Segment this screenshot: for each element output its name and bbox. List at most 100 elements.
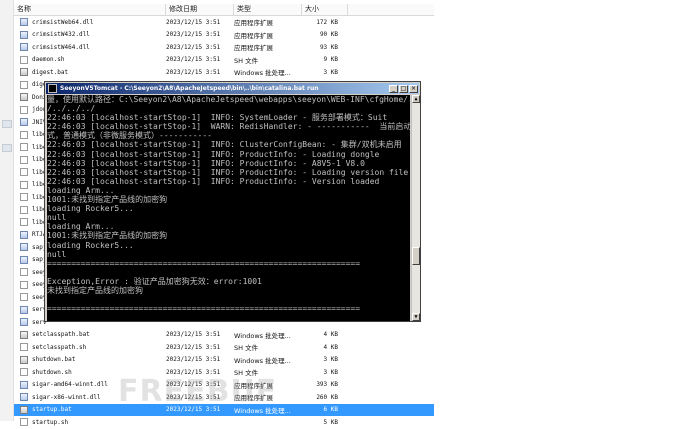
console-output[interactable]: 量，使用默认路径：C:\Seeyon2\A8\ApacheJetspeed\we… — [47, 95, 410, 321]
console-line: 未找到指定产品线的加密狗 — [47, 285, 143, 295]
file-name: setclasspath.sh — [32, 343, 87, 351]
file-size: 90 KB — [319, 31, 338, 39]
file-sh-icon — [20, 418, 28, 427]
file-date: 2023/12/15 3:51 — [166, 356, 221, 364]
file-sh-icon — [20, 155, 28, 164]
file-row[interactable]: daemon.sh 2023/12/15 3:51 SH 文件 9 KB — [14, 54, 434, 67]
file-size: 3 KB — [323, 68, 338, 76]
file-name: crimsistW432.dll — [32, 31, 90, 39]
console-window[interactable]: SeeyonV5Tomcat - C:\Seeyon2\A8\ApacheJet… — [44, 81, 421, 322]
scroll-down-arrow-icon[interactable]: ▼ — [412, 313, 420, 321]
file-sh-icon — [20, 55, 28, 64]
file-size: 4 KB — [323, 343, 338, 351]
file-date: 2023/12/15 3:51 — [166, 31, 221, 39]
nav-marker — [2, 144, 12, 152]
file-row[interactable]: crimsistWeb64.dll 2023/12/15 3:51 应用程序扩展 17… — [14, 16, 434, 29]
file-row[interactable]: setclasspath.sh 2023/12/15 3:51 SH 文件 4 KB — [14, 341, 434, 354]
file-bat-icon — [20, 355, 28, 364]
console-line: 22:46:03 [localhost-startStop-1] INFO: P… — [47, 149, 380, 159]
file-row[interactable]: crimsistW432.dll 2023/12/15 3:51 应用程序扩展 90 … — [14, 29, 434, 42]
file-size: 3 KB — [323, 356, 338, 364]
file-sh-icon — [20, 143, 28, 152]
file-name: crimsistW464.dll — [32, 43, 90, 51]
column-header-date[interactable]: 修改日期 — [166, 4, 234, 15]
file-sh-icon — [20, 105, 28, 114]
file-sh-icon — [20, 168, 28, 177]
file-date: 2023/12/15 3:51 — [166, 343, 221, 351]
minimize-button[interactable]: _ — [389, 84, 398, 93]
console-line: loading Rocker5... — [47, 240, 134, 250]
file-size: 93 KB — [319, 43, 338, 51]
console-line: ========================================… — [47, 304, 361, 314]
file-date: 2023/12/15 3:51 — [166, 43, 221, 51]
file-name: startup.sh — [32, 418, 69, 426]
file-size: 260 KB — [316, 393, 338, 401]
console-titlebar[interactable]: SeeyonV5Tomcat - C:\Seeyon2\A8\ApacheJet… — [46, 83, 419, 94]
console-line: 22:46:03 [localhost-startStop-1] INFO: P… — [47, 176, 380, 186]
column-header-size[interactable]: 大小 — [302, 4, 348, 15]
file-sh-icon — [20, 280, 28, 289]
nav-marker — [2, 120, 12, 128]
file-size: 6 KB — [323, 406, 338, 414]
file-row[interactable]: crimsistW464.dll 2023/12/15 3:51 应用程序扩展 93 … — [14, 41, 434, 54]
file-sh-icon — [20, 180, 28, 189]
console-line: 1001:未找到指定产品线的加密狗 — [47, 195, 168, 205]
console-app-icon[interactable] — [48, 84, 57, 93]
column-header-name[interactable]: 名称 — [14, 4, 166, 15]
file-sh-icon — [20, 193, 28, 202]
file-date: 2023/12/15 3:51 — [166, 68, 221, 76]
file-type: SH 文件 — [234, 56, 259, 65]
file-sh-icon — [20, 80, 28, 89]
file-bat-icon — [20, 68, 28, 77]
file-type: 应用程序扩展 — [234, 19, 273, 28]
file-row[interactable]: setclasspath.bat 2023/12/15 3:51 Windows 批… — [14, 329, 434, 342]
console-line: 量，使用默认路径：C:\Seeyon2\A8\ApacheJetspeed\we… — [47, 95, 410, 104]
close-button[interactable]: × — [409, 84, 418, 93]
console-line: 22:46:03 [localhost-startStop-1] INFO: P… — [47, 167, 409, 177]
file-type: 应用程序扩展 — [234, 31, 273, 40]
file-type: SH 文件 — [234, 344, 259, 353]
file-dll-icon — [20, 243, 28, 252]
file-size: 393 KB — [316, 381, 338, 389]
console-line: 22:46:03 [localhost-startStop-1] INFO: S… — [47, 113, 388, 123]
file-dll-icon — [20, 393, 28, 402]
file-name: crimsistWeb64.dll — [32, 18, 94, 26]
file-size: 4 KB — [323, 331, 338, 339]
column-header-type[interactable]: 类型 — [234, 4, 302, 15]
file-type: Windows 批处理... — [234, 69, 291, 78]
file-dll-icon — [20, 255, 28, 264]
navigation-pane-edge — [0, 0, 14, 421]
console-line: Exception,Error : 验证产品加密狗无效：error:1001 — [47, 276, 262, 286]
file-date: 2023/12/15 3:51 — [166, 56, 221, 64]
scroll-up-arrow-icon[interactable]: ▲ — [412, 95, 420, 103]
console-scrollbar[interactable]: ▲ ▼ — [411, 95, 420, 321]
console-line: 22:46:03 [localhost-startStop-1] WARN: R… — [47, 122, 410, 132]
scroll-thumb[interactable] — [412, 247, 420, 265]
file-dll-icon — [20, 118, 28, 127]
file-dll-icon — [20, 380, 28, 389]
file-type: Windows 批处理... — [234, 331, 291, 340]
console-title: SeeyonV5Tomcat - C:\Seeyon2\A8\ApacheJet… — [60, 85, 319, 92]
file-bat-icon — [20, 405, 28, 414]
file-sh-icon — [20, 368, 28, 377]
console-line: null — [47, 249, 67, 259]
file-dll-icon — [20, 30, 28, 39]
file-size: 9 KB — [323, 56, 338, 64]
file-dll-icon — [20, 318, 28, 327]
column-header-row: 名称 修改日期 类型 大小 — [14, 4, 434, 16]
file-dll-icon — [20, 230, 28, 239]
file-row[interactable]: shutdown.bat 2023/12/15 3:51 Windows 批处理..… — [14, 354, 434, 367]
file-row[interactable]: digest.bat 2023/12/15 3:51 Windows 批处理... 3… — [14, 66, 434, 79]
file-row[interactable]: startup.sh 5 KB — [14, 416, 434, 429]
file-sh-icon — [20, 268, 28, 277]
file-sh-icon — [20, 293, 28, 302]
watermark: FREEBUF — [118, 374, 278, 409]
maximize-button[interactable]: □ — [399, 84, 408, 93]
file-size: 3 KB — [323, 368, 338, 376]
file-dll-icon — [20, 305, 28, 314]
file-name: digest.bat — [32, 68, 69, 76]
console-line: /../../../ — [47, 104, 96, 114]
file-name: shutdown.bat — [32, 356, 76, 364]
